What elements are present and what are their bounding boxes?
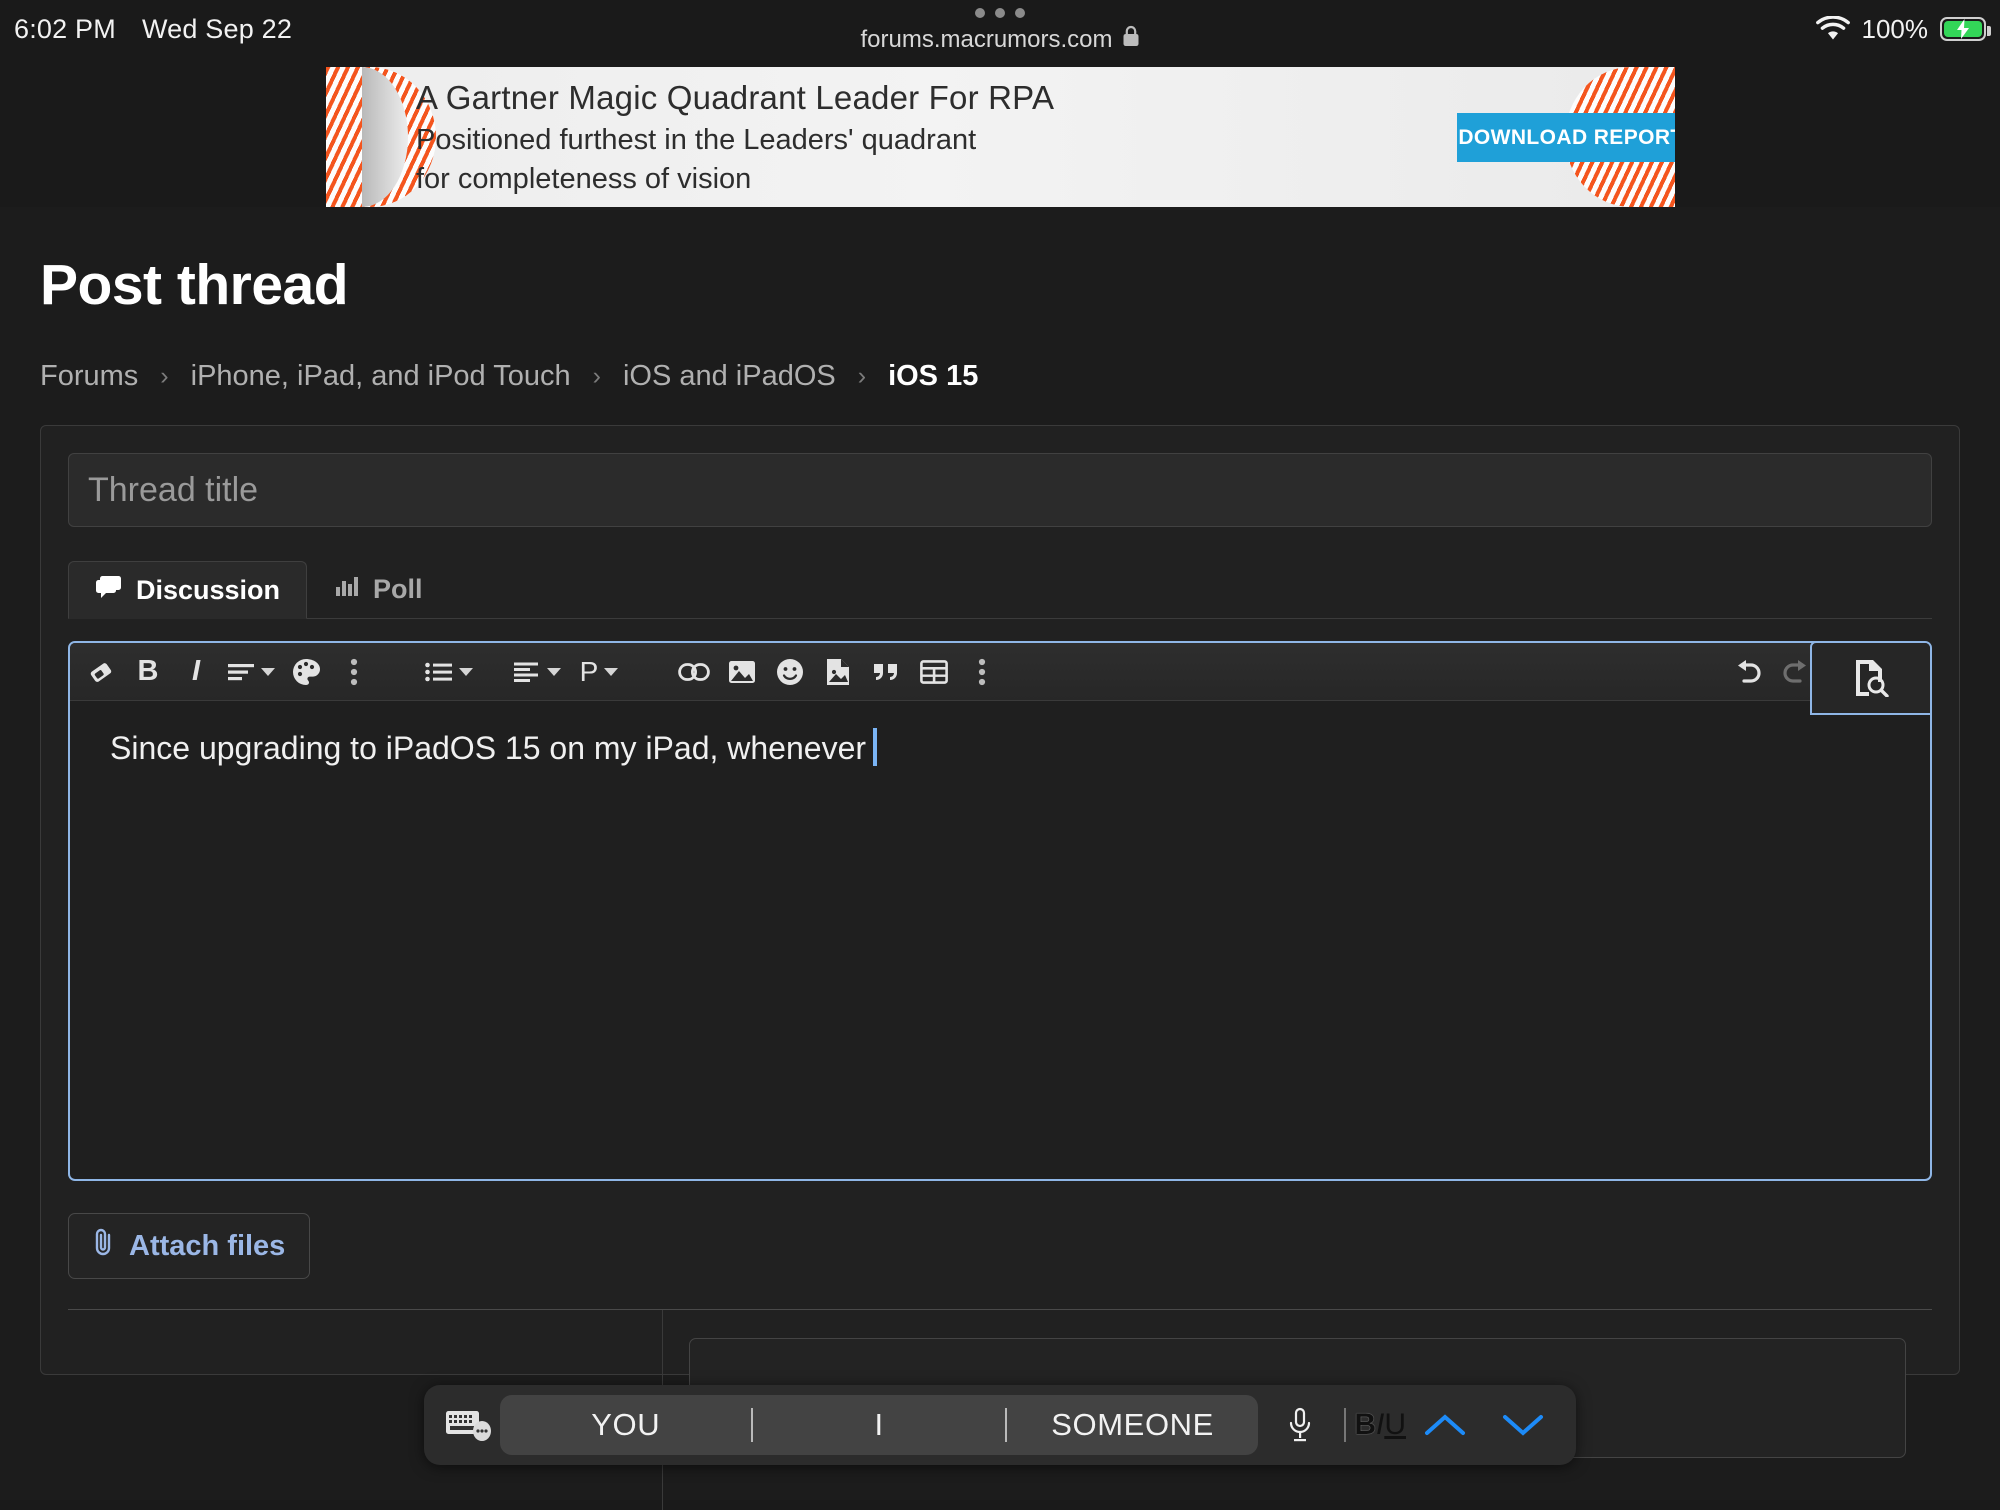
chevron-right-icon: › xyxy=(592,362,601,390)
microphone-icon[interactable] xyxy=(1264,1407,1336,1443)
suggestion-you[interactable]: YOU xyxy=(500,1407,751,1443)
tab-poll-label: Poll xyxy=(373,573,423,604)
format-italic-label: I xyxy=(1375,1408,1385,1441)
font-size-icon[interactable] xyxy=(220,647,282,697)
rich-text-editor[interactable]: B I P Since upgrading to iPadOS 15 on my… xyxy=(68,641,1932,1181)
text-cursor xyxy=(873,728,878,766)
ad-subline-2: for completeness of vision xyxy=(416,163,752,195)
page-title: Post thread xyxy=(40,253,349,317)
align-left-icon[interactable] xyxy=(506,647,568,697)
emoji-icon[interactable] xyxy=(766,647,814,697)
breadcrumb-item-iphone-ipad-ipod[interactable]: iPhone, iPad, and iPod Touch xyxy=(191,360,571,393)
safari-url-bar[interactable]: forums.macrumors.com xyxy=(0,8,2000,58)
suggestion-someone[interactable]: SOMEONE xyxy=(1007,1407,1258,1443)
suggestion-i[interactable]: I xyxy=(753,1407,1004,1443)
quote-icon[interactable] xyxy=(862,647,910,697)
url-text: forums.macrumors.com xyxy=(860,25,1113,53)
ad-headline: A Gartner Magic Quadrant Leader For RPA xyxy=(416,78,1055,116)
ad-banner-region: A Gartner Magic Quadrant Leader For RPA … xyxy=(0,67,2000,207)
tab-poll[interactable]: Poll xyxy=(307,560,450,618)
page-content: Post thread Forums › iPhone, iPad, and i… xyxy=(0,207,2000,1510)
chevron-down-icon xyxy=(547,667,561,676)
chevron-down-icon xyxy=(261,667,275,676)
chevron-right-icon: › xyxy=(160,362,169,390)
insert-media-icon[interactable] xyxy=(814,647,862,697)
link-icon[interactable] xyxy=(670,647,718,697)
keyboard-switch-icon[interactable] xyxy=(438,1407,500,1443)
italic-icon[interactable]: I xyxy=(172,647,220,697)
breadcrumb-item-ios-ipados[interactable]: iOS and iPadOS xyxy=(623,360,836,393)
post-thread-form: Discussion Poll xyxy=(40,425,1960,1510)
paragraph-format-label: P xyxy=(579,655,599,687)
editor-content-area[interactable]: Since upgrading to iPadOS 15 on my iPad,… xyxy=(70,701,1930,796)
format-bold-label: B xyxy=(1354,1408,1376,1441)
chevron-right-icon: › xyxy=(857,362,867,390)
bold-icon[interactable]: B xyxy=(124,647,172,697)
list-bullet-icon[interactable] xyxy=(418,647,480,697)
ad-subline-1: Positioned furthest in the Leaders' quad… xyxy=(416,123,977,156)
editor-toolbar: B I P xyxy=(70,643,1930,715)
keyboard-bar-separator xyxy=(1344,1408,1347,1442)
text-color-palette-icon[interactable] xyxy=(282,647,330,697)
attach-files-label: Attach files xyxy=(129,1229,286,1262)
chevron-down-icon xyxy=(604,667,619,676)
chevron-up-icon[interactable] xyxy=(1406,1410,1484,1440)
breadcrumb-item-forums[interactable]: Forums xyxy=(40,360,138,393)
url-display[interactable]: forums.macrumors.com xyxy=(860,25,1139,54)
more-text-options-icon[interactable] xyxy=(330,647,378,697)
tab-discussion-label: Discussion xyxy=(136,574,281,605)
attach-files-button[interactable]: Attach files xyxy=(68,1213,311,1279)
thread-title-input[interactable] xyxy=(68,453,1932,527)
breadcrumb: Forums › iPhone, iPad, and iPod Touch › … xyxy=(40,360,2000,393)
undo-icon[interactable] xyxy=(1724,647,1772,697)
keyboard-suggestion-bar: YOU I SOMEONE B I U xyxy=(424,1385,1576,1465)
advertisement-banner[interactable]: A Gartner Magic Quadrant Leader For RPA … xyxy=(326,67,1675,207)
suggestion-divider xyxy=(1004,1408,1007,1442)
table-icon[interactable] xyxy=(910,647,958,697)
keyboard-bar-right: B I U xyxy=(1258,1407,1562,1443)
remove-formatting-icon[interactable] xyxy=(76,647,124,697)
editor-text: Since upgrading to iPadOS 15 on my iPad,… xyxy=(110,730,867,766)
ad-download-report-button[interactable]: DOWNLOAD REPORT xyxy=(1457,113,1675,162)
editor-toolbar-right: [ ] xyxy=(1724,643,1930,715)
composer-tabs: Discussion Poll xyxy=(68,561,1932,619)
chevron-down-icon[interactable] xyxy=(1484,1410,1562,1440)
bar-chart-icon xyxy=(334,574,360,605)
text-format-button[interactable]: B I U xyxy=(1354,1408,1406,1442)
format-underline-label: U xyxy=(1384,1408,1406,1441)
lock-icon xyxy=(1122,25,1140,54)
more-insert-options-icon[interactable] xyxy=(958,647,1006,697)
ad-copy: A Gartner Magic Quadrant Leader For RPA … xyxy=(416,67,1054,207)
paragraph-format-icon[interactable]: P xyxy=(568,647,630,697)
insert-image-icon[interactable] xyxy=(718,647,766,697)
suggestion-divider xyxy=(751,1408,754,1442)
suggestion-strip: YOU I SOMEONE xyxy=(500,1395,1259,1455)
paperclip-icon xyxy=(93,1227,115,1265)
comment-icon xyxy=(95,574,123,607)
preview-document-icon[interactable] xyxy=(1810,643,1930,715)
tab-discussion[interactable]: Discussion xyxy=(68,561,308,619)
breadcrumb-item-ios-15[interactable]: iOS 15 xyxy=(888,360,978,393)
three-dots-icon[interactable] xyxy=(975,8,1025,18)
chevron-down-icon xyxy=(459,667,473,676)
